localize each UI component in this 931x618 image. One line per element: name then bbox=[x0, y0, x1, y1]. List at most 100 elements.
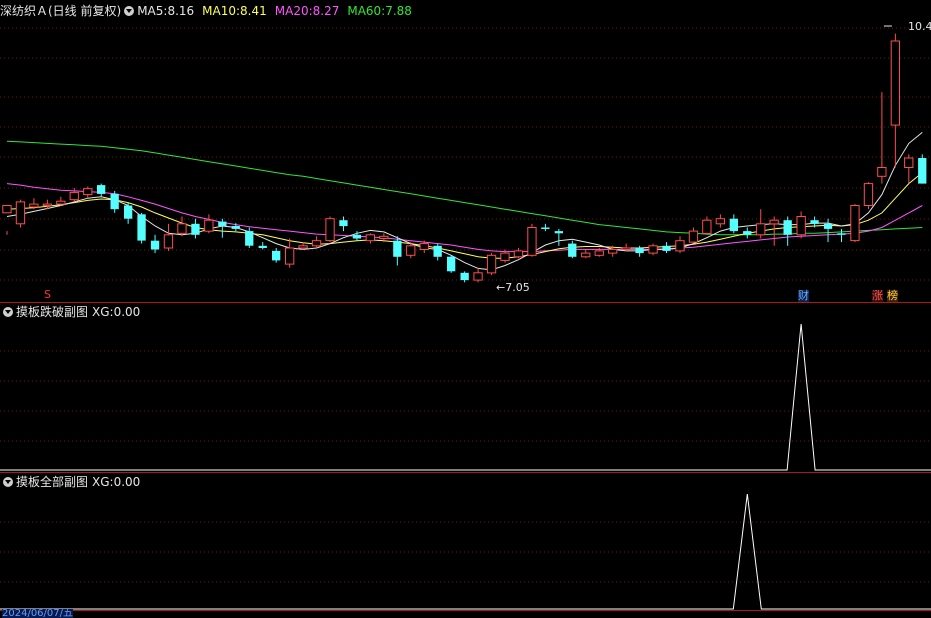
candle-body bbox=[83, 188, 93, 196]
ranking-marker[interactable]: 榜 bbox=[887, 290, 898, 302]
sub1-xg-value: 0.00 bbox=[113, 305, 141, 319]
candle-body bbox=[163, 234, 174, 249]
sub2-xg-label: XG: bbox=[92, 475, 114, 489]
ma20-label: MA20: bbox=[274, 4, 313, 18]
candle-body bbox=[339, 220, 348, 227]
toggle-indicator-icon[interactable] bbox=[3, 477, 13, 487]
sub1-title[interactable]: 摸板跌破副图 bbox=[16, 303, 88, 321]
candle-body bbox=[231, 226, 240, 229]
toggle-indicator-icon[interactable] bbox=[124, 6, 135, 16]
candle-body bbox=[675, 240, 685, 252]
candle-body bbox=[473, 272, 483, 281]
candle-body bbox=[311, 240, 322, 247]
ma5-label: MA5: bbox=[137, 4, 168, 18]
candle-body bbox=[568, 243, 577, 257]
candle-body bbox=[554, 231, 563, 234]
candle-body bbox=[527, 227, 537, 256]
candle-body bbox=[419, 243, 429, 251]
xg-line bbox=[0, 493, 931, 610]
candle-body bbox=[796, 216, 806, 236]
candle-body bbox=[500, 252, 510, 261]
ma5-value: 8.16 bbox=[167, 4, 195, 18]
finance-marker[interactable]: 财 bbox=[798, 290, 809, 302]
candle-body bbox=[581, 252, 591, 258]
candle-body bbox=[541, 227, 550, 229]
candle-body bbox=[2, 205, 12, 214]
sub2-title[interactable]: 摸板全部副图 bbox=[16, 473, 88, 491]
toggle-indicator-icon[interactable] bbox=[3, 307, 13, 317]
candle-body bbox=[406, 245, 416, 256]
candle-body bbox=[325, 218, 335, 242]
candle-body bbox=[56, 200, 66, 205]
candle-body bbox=[245, 231, 254, 246]
candle-body bbox=[285, 247, 295, 265]
candle-body bbox=[743, 231, 752, 235]
candle-body bbox=[769, 219, 779, 225]
candle-body bbox=[688, 230, 699, 243]
candle-body bbox=[608, 248, 618, 254]
sub1-header: 摸板跌破副图 XG: 0.00 bbox=[0, 303, 140, 321]
ma60-value: 7.88 bbox=[385, 4, 412, 18]
xg-line bbox=[0, 323, 931, 471]
candle-body bbox=[177, 223, 187, 234]
main-header: 深纺织Ａ(日线 前复权) MA5: 8.16 MA10: 8.41 MA20: … bbox=[0, 2, 412, 20]
candle-body bbox=[823, 223, 833, 229]
candle-body bbox=[110, 193, 119, 210]
candle-body bbox=[513, 250, 524, 258]
candle-body bbox=[42, 203, 53, 207]
sub2-header: 摸板全部副图 XG: 0.00 bbox=[0, 473, 140, 491]
low-price-label: ←7.05 bbox=[496, 282, 530, 294]
candle-body bbox=[150, 240, 160, 250]
high-price-label: 10.4 bbox=[908, 20, 931, 33]
candle-body bbox=[433, 245, 442, 257]
candle-body bbox=[648, 245, 658, 254]
candle-body bbox=[890, 40, 901, 126]
candle-body bbox=[137, 214, 146, 241]
candle-body bbox=[635, 248, 644, 254]
candle-body bbox=[29, 203, 39, 208]
sub2-xg-value: 0.00 bbox=[113, 475, 141, 489]
ma10-label: MA10: bbox=[202, 4, 241, 18]
candle-body bbox=[393, 240, 402, 257]
candle-body bbox=[837, 233, 846, 235]
candle-body bbox=[379, 235, 389, 240]
candle-body bbox=[204, 219, 214, 232]
candle-body bbox=[904, 157, 914, 168]
candle-body bbox=[258, 245, 267, 248]
date-label: 2024/06/07/五 bbox=[2, 609, 74, 618]
candle-body bbox=[460, 272, 469, 281]
candle-body bbox=[810, 220, 819, 224]
candle-body bbox=[715, 218, 726, 225]
arrow-left-icon: ← bbox=[496, 281, 506, 294]
candle-body bbox=[15, 201, 26, 225]
candle-body bbox=[218, 221, 227, 226]
candle-body bbox=[191, 223, 200, 235]
candle-body bbox=[662, 245, 671, 251]
candle-body bbox=[850, 205, 860, 242]
low-price-value: 7.05 bbox=[505, 281, 530, 294]
ma10-value: 8.41 bbox=[240, 4, 267, 18]
candle-body bbox=[486, 254, 497, 274]
limit-up-marker[interactable]: 涨 bbox=[872, 290, 883, 302]
candle-body bbox=[97, 185, 106, 194]
main-title[interactable]: 深纺织Ａ(日线 前复权) bbox=[0, 2, 121, 20]
candle-body bbox=[594, 250, 604, 256]
candle-body bbox=[365, 234, 376, 242]
candle-body bbox=[272, 250, 281, 261]
candle-body bbox=[352, 234, 362, 239]
candle-body bbox=[877, 167, 887, 177]
candle-body bbox=[447, 256, 456, 272]
candle-body bbox=[729, 218, 738, 232]
candle-body bbox=[863, 183, 874, 207]
candle-body bbox=[298, 245, 308, 249]
candle-body bbox=[702, 219, 712, 234]
candle-body bbox=[783, 220, 792, 235]
ma20-value: 8.27 bbox=[312, 4, 340, 18]
candle-body bbox=[621, 247, 631, 250]
s-marker[interactable]: S bbox=[44, 289, 51, 301]
candle-body bbox=[756, 223, 766, 236]
candle-body bbox=[918, 158, 927, 184]
candle-body bbox=[124, 205, 133, 219]
sub1-xg-label: XG: bbox=[92, 305, 114, 319]
ma60-label: MA60: bbox=[347, 4, 386, 18]
